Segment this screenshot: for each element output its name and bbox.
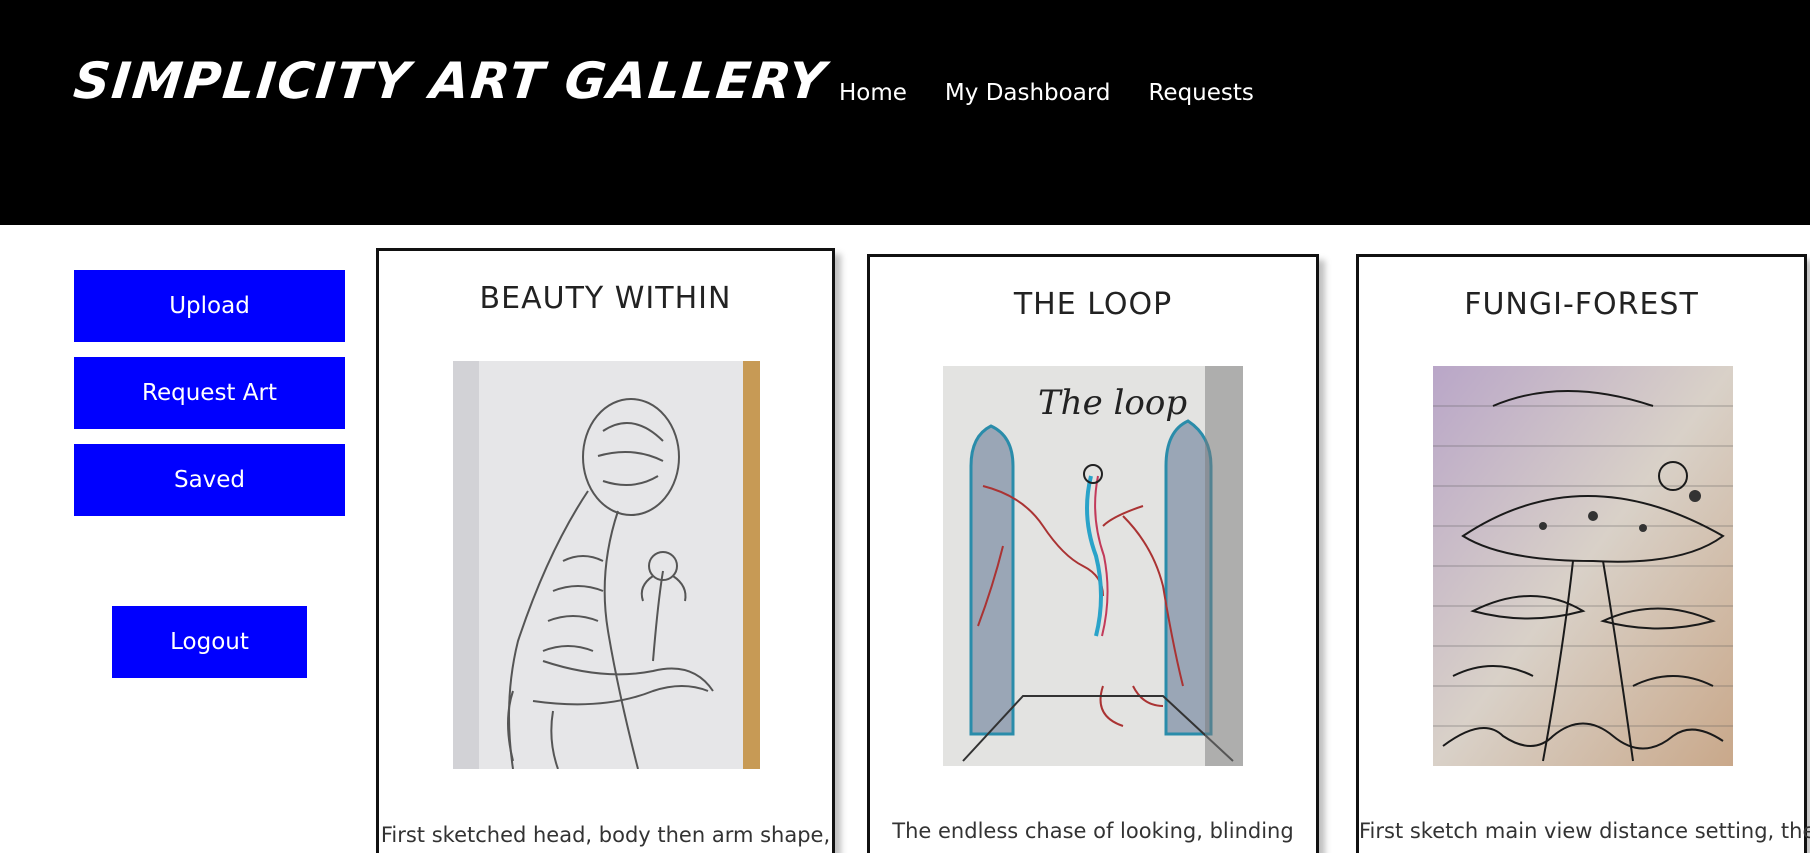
nav-dashboard-link[interactable]: My Dashboard	[945, 80, 1111, 106]
main-nav: Home My Dashboard Requests	[839, 80, 1254, 106]
art-card[interactable]: FUNGI-FOREST First sketch main view dist…	[1356, 254, 1810, 853]
card-title: THE LOOP	[1013, 287, 1173, 322]
card-description: First sketch main view distance setting,…	[1359, 819, 1810, 843]
card-description: First sketched head, body then arm shape…	[380, 823, 831, 847]
loop-sketch-image: The loop	[943, 366, 1243, 766]
skeleton-sketch-image	[453, 361, 743, 769]
artwork-image[interactable]	[1433, 366, 1733, 766]
site-brand[interactable]: SIMPLICITY ART GALLERY	[71, 52, 830, 110]
site-header: SIMPLICITY ART GALLERY Home My Dashboard…	[0, 0, 1810, 225]
art-card[interactable]: THE LOOP The loop The endless chase of l…	[867, 254, 1319, 853]
upload-button[interactable]: Upload	[74, 270, 345, 342]
art-card[interactable]: BEAUTY WITHIN First sketched head, body …	[376, 248, 835, 853]
nav-home-link[interactable]: Home	[839, 80, 907, 106]
card-description: The endless chase of looking, blinding	[892, 819, 1294, 843]
nav-requests-link[interactable]: Requests	[1148, 80, 1253, 106]
card-title: BEAUTY WITHIN	[479, 281, 732, 316]
artwork-image[interactable]	[453, 361, 760, 769]
artwork-image[interactable]: The loop	[943, 366, 1243, 766]
logout-button[interactable]: Logout	[112, 606, 307, 678]
card-title: FUNGI-FOREST	[1464, 287, 1699, 322]
art-caption: The loop	[1038, 383, 1187, 423]
fungi-forest-sketch-image	[1433, 366, 1733, 766]
saved-button[interactable]: Saved	[74, 444, 345, 516]
request-art-button[interactable]: Request Art	[74, 357, 345, 429]
